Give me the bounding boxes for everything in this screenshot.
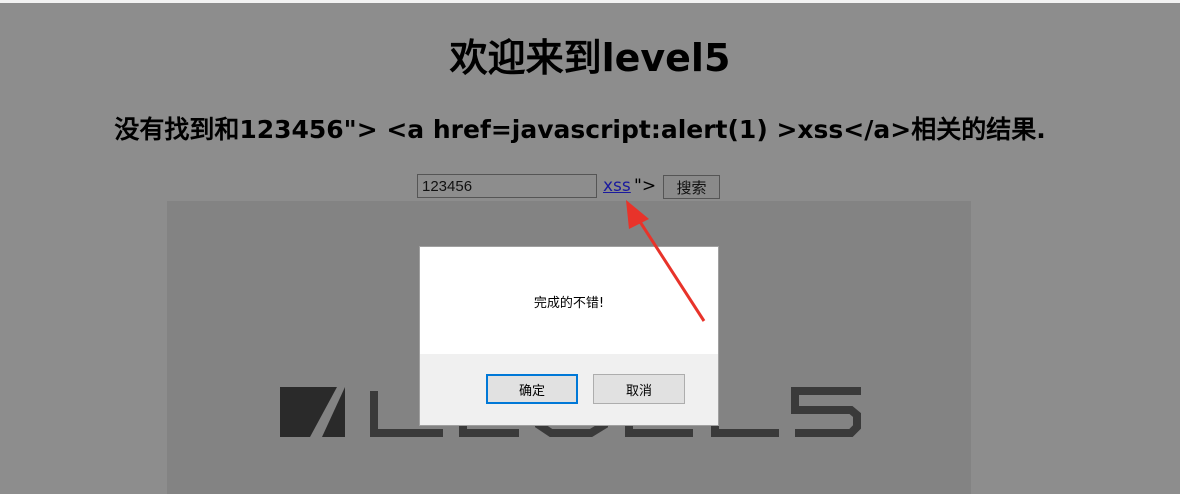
dialog-cancel-button[interactable]: 取消 (593, 374, 685, 404)
alert-dialog: 完成的不错! 确定 取消 (419, 246, 719, 426)
dialog-content-area: 完成的不错! (420, 247, 718, 354)
search-input[interactable] (417, 174, 597, 198)
dialog-ok-button[interactable]: 确定 (486, 374, 578, 404)
page-title: 欢迎来到level5 (449, 36, 731, 80)
top-border (0, 0, 1180, 3)
injected-trailing-text: "> (634, 176, 657, 196)
injected-xss-link[interactable]: xss (603, 175, 631, 197)
search-button[interactable]: 搜索 (663, 175, 720, 199)
dialog-message: 完成的不错! (533, 296, 605, 311)
search-result-message: 没有找到和123456"> <a href=javascript:alert(1… (114, 115, 1046, 144)
